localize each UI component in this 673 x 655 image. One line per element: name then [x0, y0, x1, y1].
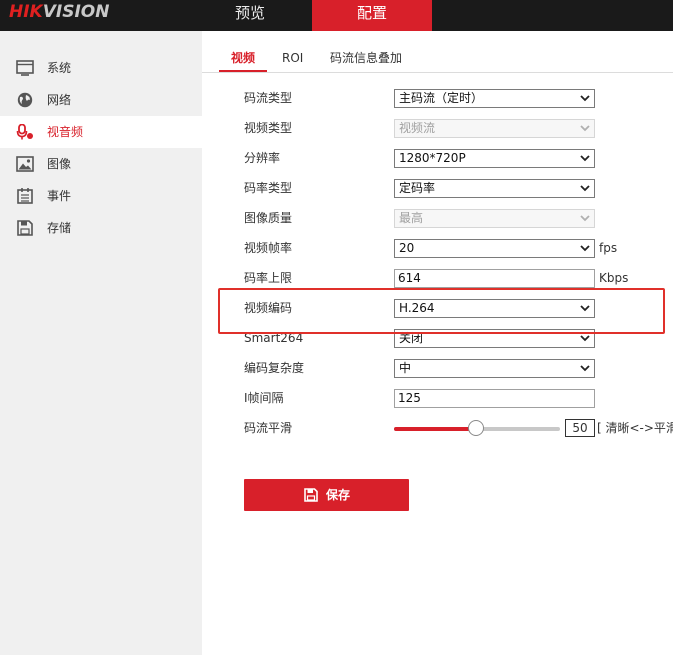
stream-type-label: 码流类型	[244, 91, 293, 105]
chevron-down-icon	[580, 365, 590, 372]
stream-smoothing-hint: [ 清晰<->平滑 ]	[597, 421, 673, 435]
resolution-value: 1280*720P	[399, 151, 466, 165]
sidebar-item-label: 图像	[47, 157, 72, 171]
bitrate-limit-label: 码率上限	[244, 271, 293, 285]
frame-rate-label: 视频帧率	[244, 241, 293, 255]
chevron-down-icon	[580, 215, 590, 222]
chevron-down-icon	[580, 245, 590, 252]
brand-logo: HIKVISION	[9, 0, 109, 28]
monitor-icon	[16, 60, 34, 76]
nav-tab-preview[interactable]: 预览	[200, 0, 300, 31]
smart264-label: Smart264	[244, 331, 304, 345]
chevron-down-icon	[580, 95, 590, 102]
calendar-icon	[17, 188, 33, 204]
encoding-complexity-value: 中	[399, 361, 412, 375]
video-type-value: 视频流	[399, 121, 436, 135]
bitrate-type-select[interactable]: 定码率	[394, 179, 595, 198]
globe-icon	[17, 92, 33, 108]
save-button-label: 保存	[326, 488, 351, 502]
sidebar-item-storage[interactable]: 存储	[0, 212, 202, 244]
frame-rate-unit: fps	[599, 241, 618, 255]
chevron-down-icon	[580, 335, 590, 342]
encoding-complexity-select[interactable]: 中	[394, 359, 595, 378]
sidebar-item-label: 系统	[47, 61, 72, 75]
stream-smoothing-label: 码流平滑	[244, 421, 293, 435]
smart264-value: 关闭	[399, 331, 424, 345]
microphone-icon	[16, 124, 33, 140]
active-tab-underline	[219, 70, 267, 72]
floppy-icon	[17, 220, 33, 236]
sidebar-item-label: 网络	[47, 93, 72, 107]
slider-fill	[394, 427, 476, 431]
video-encoding-value: H.264	[399, 301, 435, 315]
top-bar: HIKVISION 预览 配置	[0, 0, 673, 31]
chevron-down-icon	[580, 155, 590, 162]
smart264-select[interactable]: 关闭	[394, 329, 595, 348]
sidebar-item-event[interactable]: 事件	[0, 180, 202, 212]
slider-thumb[interactable]	[468, 420, 484, 436]
video-type-select: 视频流	[394, 119, 595, 138]
resolution-label: 分辨率	[244, 151, 281, 165]
i-frame-interval-input[interactable]: 125	[394, 389, 595, 408]
sidebar-item-system[interactable]: 系统	[0, 52, 202, 84]
bitrate-limit-unit: Kbps	[599, 271, 629, 285]
image-quality-value: 最高	[399, 211, 424, 225]
logo-text-hik: HIK	[9, 2, 43, 22]
image-icon	[16, 156, 34, 172]
floppy-icon	[304, 488, 318, 502]
video-encoding-label: 视频编码	[244, 301, 293, 315]
video-type-label: 视频类型	[244, 121, 293, 135]
tab-roi[interactable]: ROI	[282, 44, 303, 72]
sidebar-item-label: 存储	[47, 221, 72, 235]
bitrate-type-label: 码率类型	[244, 181, 293, 195]
stream-type-select[interactable]: 主码流（定时）	[394, 89, 595, 108]
bitrate-limit-input[interactable]: 614	[394, 269, 595, 288]
bitrate-type-value: 定码率	[399, 181, 436, 195]
sidebar-item-network[interactable]: 网络	[0, 84, 202, 116]
sidebar-item-image[interactable]: 图像	[0, 148, 202, 180]
chevron-down-icon	[580, 305, 590, 312]
save-button[interactable]: 保存	[244, 479, 409, 511]
image-quality-label: 图像质量	[244, 211, 293, 225]
i-frame-interval-label: I帧间隔	[244, 391, 284, 405]
tab-divider	[202, 72, 673, 73]
sidebar: 系统 网络 视音频 图像 事件 存储	[0, 31, 202, 655]
frame-rate-value: 20	[399, 241, 415, 255]
resolution-select[interactable]: 1280*720P	[394, 149, 595, 168]
sidebar-item-label: 事件	[47, 189, 72, 203]
logo-text-vision: VISION	[42, 2, 110, 22]
nav-tab-config[interactable]: 配置	[312, 0, 432, 31]
sidebar-item-audio-video[interactable]: 视音频	[0, 116, 202, 148]
frame-rate-select[interactable]: 20	[394, 239, 595, 258]
encoding-complexity-label: 编码复杂度	[244, 361, 305, 375]
sidebar-item-label: 视音频	[47, 125, 84, 139]
chevron-down-icon	[580, 185, 590, 192]
stream-smoothing-value[interactable]: 50	[565, 419, 595, 437]
tab-video[interactable]: 视频	[231, 44, 255, 72]
tab-stream-overlay[interactable]: 码流信息叠加	[330, 44, 402, 72]
stream-type-value: 主码流（定时）	[399, 91, 484, 105]
image-quality-select: 最高	[394, 209, 595, 228]
video-encoding-select[interactable]: H.264	[394, 299, 595, 318]
chevron-down-icon	[580, 125, 590, 132]
